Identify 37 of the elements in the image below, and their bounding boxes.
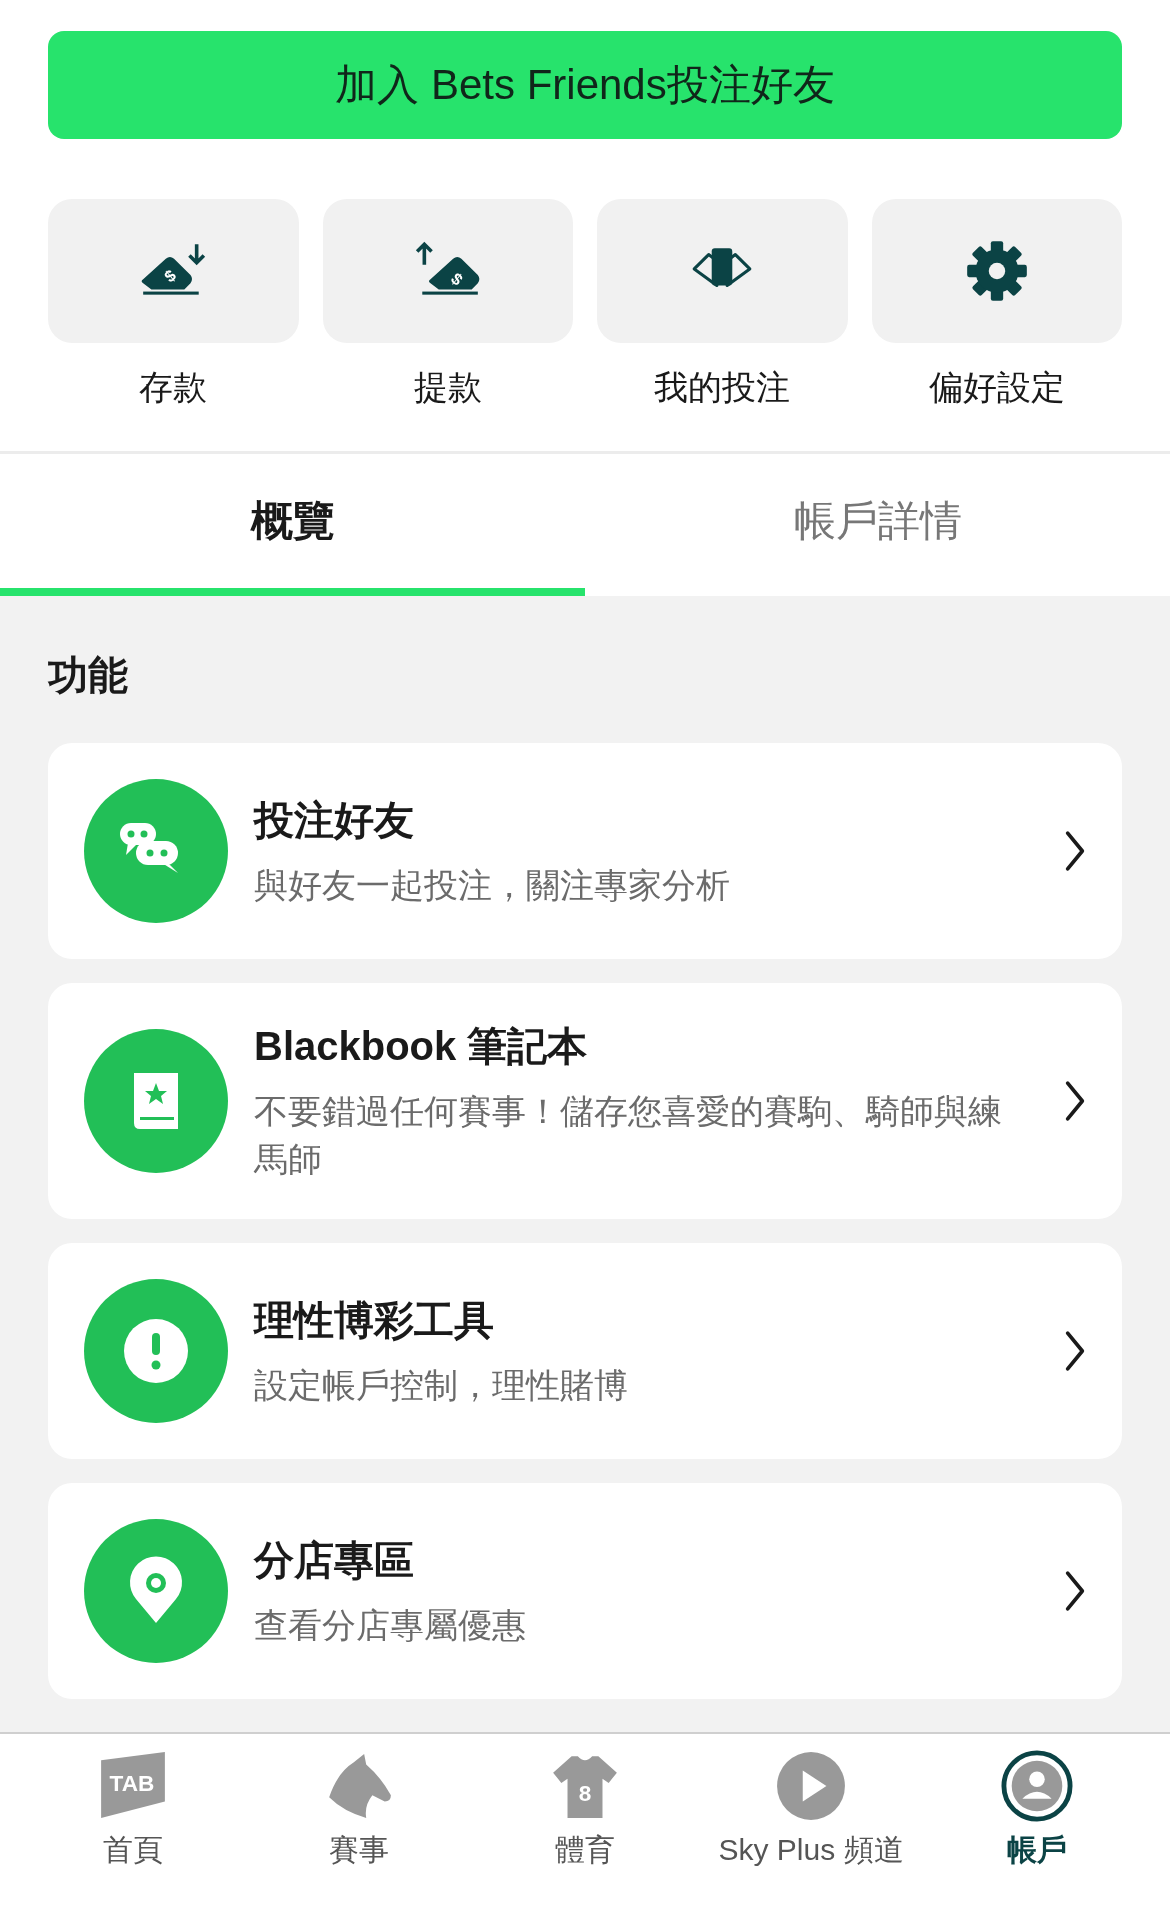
feature-icon [84, 1519, 228, 1664]
feature-card[interactable]: 投注好友 與好友一起投注，關注專家分析 [48, 743, 1122, 959]
feature-icon [84, 1279, 228, 1424]
feature-title: 理性博彩工具 [254, 1296, 495, 1344]
nav-item[interactable]: 賽事 [246, 1744, 472, 1875]
feature-icon [84, 1029, 228, 1174]
feature-description: 不要錯過任何賽事！儲存您喜愛的賽駒、騎師與練馬師 [254, 1091, 1003, 1180]
nav-item[interactable]: Sky Plus 頻道 [698, 1744, 924, 1875]
chevron-right-icon [1064, 1330, 1086, 1373]
feature-card[interactable]: 理性博彩工具 設定帳戶控制，理性賭博 [48, 1243, 1122, 1460]
chevron-right-icon [1064, 1570, 1086, 1613]
nav-item[interactable]: 8 體育 [472, 1744, 698, 1875]
feature-description: 設定帳戶控制，理性賭博 [254, 1364, 629, 1406]
join-button[interactable]: 加入 Bets Friends投注好友 [48, 31, 1122, 139]
chevron-right-icon [1064, 1080, 1086, 1123]
action-tile[interactable]: $ [322, 199, 573, 343]
action-tile[interactable]: $ [48, 199, 299, 343]
feature-title: 投注好友 [254, 796, 415, 844]
feature-icon [84, 779, 228, 923]
user-icon [1001, 1750, 1073, 1822]
action-label: 存款 [139, 367, 208, 408]
feature-card[interactable]: Blackbook 筆記本 不要錯過任何賽事！儲存您喜愛的賽駒、騎師與練馬師 [48, 983, 1122, 1220]
action-label: 提款 [413, 367, 482, 408]
feature-description: 查看分店專屬優惠 [254, 1604, 527, 1646]
action-tile[interactable] [597, 199, 848, 343]
play-icon [775, 1750, 847, 1822]
chevron-right-icon [1064, 830, 1086, 872]
section-title: 功能 [48, 652, 129, 699]
action-tile[interactable] [871, 199, 1122, 343]
feature-card[interactable]: 分店專區 查看分店專屬優惠 [48, 1483, 1122, 1700]
action-label: 我的投注 [654, 367, 791, 408]
nav-item[interactable]: TAB 首頁 [20, 1744, 246, 1875]
nav-item[interactable]: 帳戶 [924, 1744, 1150, 1875]
feature-title: 分店專區 [254, 1536, 415, 1584]
feature-description: 與好友一起投注，關注專家分析 [254, 864, 731, 906]
feature-title: Blackbook 筆記本 [254, 1023, 589, 1070]
action-label: 偏好設定 [928, 367, 1065, 408]
